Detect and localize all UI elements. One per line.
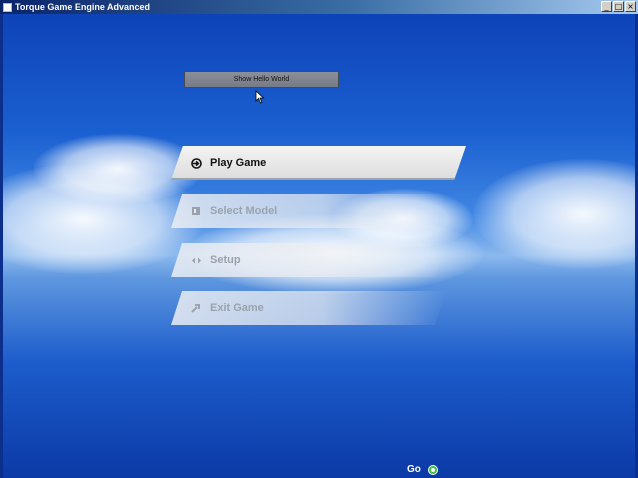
app-icon [3,2,12,12]
go-label: Go [407,464,421,475]
select-model-label: Select Model [210,205,278,217]
maximize-button[interactable]: □ [613,1,624,12]
exit-game-button[interactable]: Exit Game [171,291,446,325]
go-control[interactable]: Go [407,464,438,475]
go-status-icon[interactable] [427,464,438,475]
play-arrow-icon [190,157,202,169]
show-hello-world-button[interactable]: Show Hello World [184,71,339,88]
play-game-button[interactable]: Play Game [171,146,466,180]
select-model-button[interactable]: Select Model [171,194,446,228]
setup-icon [190,254,202,266]
title-bar[interactable]: Torque Game Engine Advanced _ □ × [0,0,638,14]
model-icon [190,205,202,217]
cloud-right [473,159,635,269]
minimize-button[interactable]: _ [601,1,612,12]
exit-game-label: Exit Game [210,302,264,314]
game-window: Torque Game Engine Advanced _ □ × Show H… [0,0,638,478]
setup-button[interactable]: Setup [171,243,446,277]
window-title: Torque Game Engine Advanced [15,2,151,12]
exit-icon [190,302,202,314]
mouse-cursor-icon [255,90,265,104]
window-controls: _ □ × [601,1,636,12]
sky-background: Show Hello World Play Game Select Model … [3,14,635,478]
setup-label: Setup [210,254,241,266]
play-game-label: Play Game [210,157,267,169]
close-button[interactable]: × [625,1,636,12]
